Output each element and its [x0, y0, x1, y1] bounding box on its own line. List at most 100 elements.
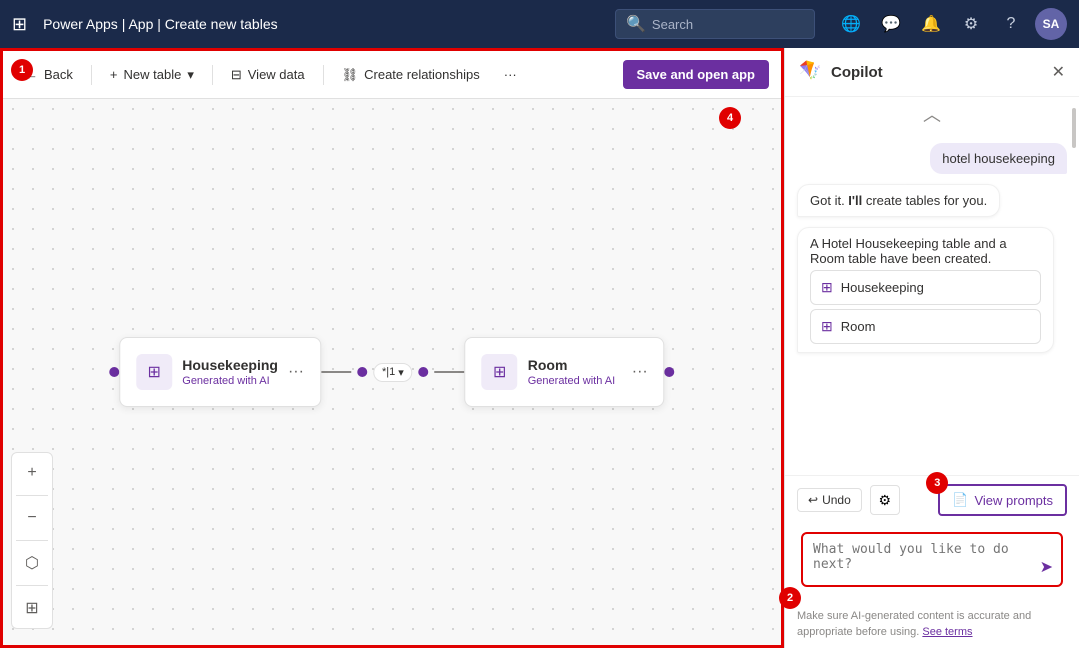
search-input[interactable] [652, 17, 804, 32]
copilot-header: 🪁 Copilot ✕ [785, 48, 1079, 97]
housekeeping-menu[interactable]: ··· [288, 363, 304, 381]
new-table-label: New table [124, 67, 182, 82]
housekeeping-subtitle: Generated with AI [182, 375, 278, 387]
room-card-header: ⊞ Room Generated with AI ··· [482, 354, 648, 390]
copilot-input-area[interactable]: ➤ [801, 532, 1063, 587]
notifications-icon[interactable]: 🔔 [915, 8, 947, 40]
view-data-button[interactable]: ⊟ View data [221, 61, 315, 89]
housekeeping-icon: ⊞ [136, 354, 172, 390]
zoom-out-button[interactable]: − [16, 502, 48, 534]
create-relationships-label: Create relationships [364, 67, 480, 82]
connector-label[interactable]: *|1 ▾ [373, 363, 413, 382]
link-icon: ⛓ [342, 67, 359, 83]
room-subtitle: Generated with AI [528, 375, 615, 387]
housekeeping-info: Housekeeping Generated with AI [182, 357, 278, 387]
send-button[interactable]: ➤ [1040, 557, 1053, 577]
step1-badge: 1 [11, 59, 33, 81]
input-wrapper: ➤ 2 [793, 524, 1071, 595]
tool-divider [16, 495, 48, 496]
create-relationships-button[interactable]: ⛓ Create relationships [332, 61, 490, 89]
scroll-up-indicator[interactable]: ︿ [785, 97, 1079, 131]
filter-button[interactable]: ⚙ [870, 485, 900, 515]
footer-text: Make sure AI-generated content is accura… [797, 610, 1031, 637]
bot-message-text-1: Got it. I'll create tables for you. [810, 193, 987, 208]
environment-icon[interactable]: 🌐 [835, 8, 867, 40]
housekeeping-title: Housekeeping [182, 357, 278, 373]
chip-label-1: Housekeeping [841, 280, 924, 295]
plus-icon: + [110, 67, 118, 82]
settings-icon[interactable]: ⚙ [955, 8, 987, 40]
zoom-in-button[interactable]: + [16, 457, 48, 489]
canvas-area: 1 ← Back + New table ▾ ⊟ View data ⛓ Cre… [0, 48, 784, 648]
left-connector-dot [109, 367, 119, 377]
close-button[interactable]: ✕ [1052, 62, 1065, 82]
copilot-actions: ↩ Undo ⚙ 3 📄 View prompts [785, 475, 1079, 524]
undo-icon: ↩ [808, 493, 818, 507]
bot-message-text-2: A Hotel Housekeeping table and a Room ta… [810, 236, 1007, 266]
chip-label-2: Room [841, 319, 876, 334]
view-data-label: View data [248, 67, 305, 82]
chevron-icon: ▾ [398, 366, 404, 379]
tool-divider-2 [16, 540, 48, 541]
main-layout: 1 ← Back + New table ▾ ⊟ View data ⛓ Cre… [0, 48, 1079, 648]
view-data-icon: ⊟ [231, 67, 242, 83]
help-icon[interactable]: ? [995, 8, 1027, 40]
room-card[interactable]: ⊞ Room Generated with AI ··· [465, 337, 665, 407]
room-info: Room Generated with AI [528, 357, 615, 387]
scroll-thumb [1072, 108, 1076, 148]
room-icon: ⊞ [482, 354, 518, 390]
connector-text: *|1 [382, 366, 395, 378]
topbar-icons: 🌐 💬 🔔 ⚙ ? SA [835, 8, 1067, 40]
copilot-footer: Make sure AI-generated content is accura… [785, 603, 1079, 648]
see-terms-link[interactable]: See terms [922, 626, 972, 638]
mid-left-dot [357, 367, 367, 377]
copilot-messages: hotel housekeeping Got it. I'll create t… [785, 131, 1079, 475]
view-prompts-label: View prompts [974, 493, 1053, 508]
copilot-input[interactable] [813, 542, 1051, 572]
fit-view-button[interactable]: ⬡ [16, 547, 48, 579]
search-box[interactable]: 🔍 [615, 9, 815, 39]
search-icon: 🔍 [626, 14, 646, 34]
user-message-1: hotel housekeeping [930, 143, 1067, 174]
chip-icon-2: ⊞ [821, 318, 833, 335]
back-label: Back [44, 67, 73, 82]
tool-divider-3 [16, 585, 48, 586]
more-button[interactable]: ··· [494, 61, 527, 88]
filter-icon: ⚙ [878, 492, 891, 509]
chip-icon-1: ⊞ [821, 279, 833, 296]
save-open-app-button[interactable]: Save and open app [623, 60, 769, 89]
step4-badge: 4 [719, 107, 741, 129]
canvas-dots[interactable]: ⊞ Housekeeping Generated with AI ··· *|1 [3, 99, 781, 645]
room-chip[interactable]: ⊞ Room [810, 309, 1041, 344]
bot-message-1: Got it. I'll create tables for you. [797, 184, 1000, 217]
toolbar-divider-1 [91, 65, 92, 85]
more-icon: ··· [504, 67, 517, 82]
toolbar-divider-2 [212, 65, 213, 85]
housekeeping-chip[interactable]: ⊞ Housekeeping [810, 270, 1041, 305]
prompts-icon: 📄 [952, 492, 968, 508]
table-cards-area: ⊞ Housekeeping Generated with AI ··· *|1 [109, 337, 674, 407]
undo-button[interactable]: ↩ Undo [797, 488, 862, 512]
toolbar-divider-3 [323, 65, 324, 85]
housekeeping-card[interactable]: ⊞ Housekeeping Generated with AI ··· [119, 337, 321, 407]
mid-right-dot [419, 367, 429, 377]
user-message-text: hotel housekeeping [942, 151, 1055, 166]
new-table-button[interactable]: + New table ▾ [100, 61, 204, 89]
app-title: Power Apps | App | Create new tables [43, 16, 278, 32]
teams-icon[interactable]: 💬 [875, 8, 907, 40]
topbar: ⊞ Power Apps | App | Create new tables 🔍… [0, 0, 1079, 48]
bot-message-2: A Hotel Housekeeping table and a Room ta… [797, 227, 1054, 353]
avatar[interactable]: SA [1035, 8, 1067, 40]
copilot-scrollbar[interactable] [1071, 98, 1077, 588]
room-title: Room [528, 357, 615, 373]
minimap-button[interactable]: ⊞ [16, 592, 48, 624]
connector-line: *|1 ▾ [321, 363, 465, 382]
line-right [435, 371, 465, 373]
room-menu[interactable]: ··· [632, 363, 648, 381]
housekeeping-card-header: ⊞ Housekeeping Generated with AI ··· [136, 354, 304, 390]
toolbar: ← Back + New table ▾ ⊟ View data ⛓ Creat… [3, 51, 781, 99]
copilot-panel: 🪁 Copilot ✕ ︿ hotel housekeeping Got it.… [784, 48, 1079, 648]
view-prompts-button[interactable]: 📄 View prompts [938, 484, 1067, 516]
right-connector-dot [665, 367, 675, 377]
line-left [321, 371, 351, 373]
